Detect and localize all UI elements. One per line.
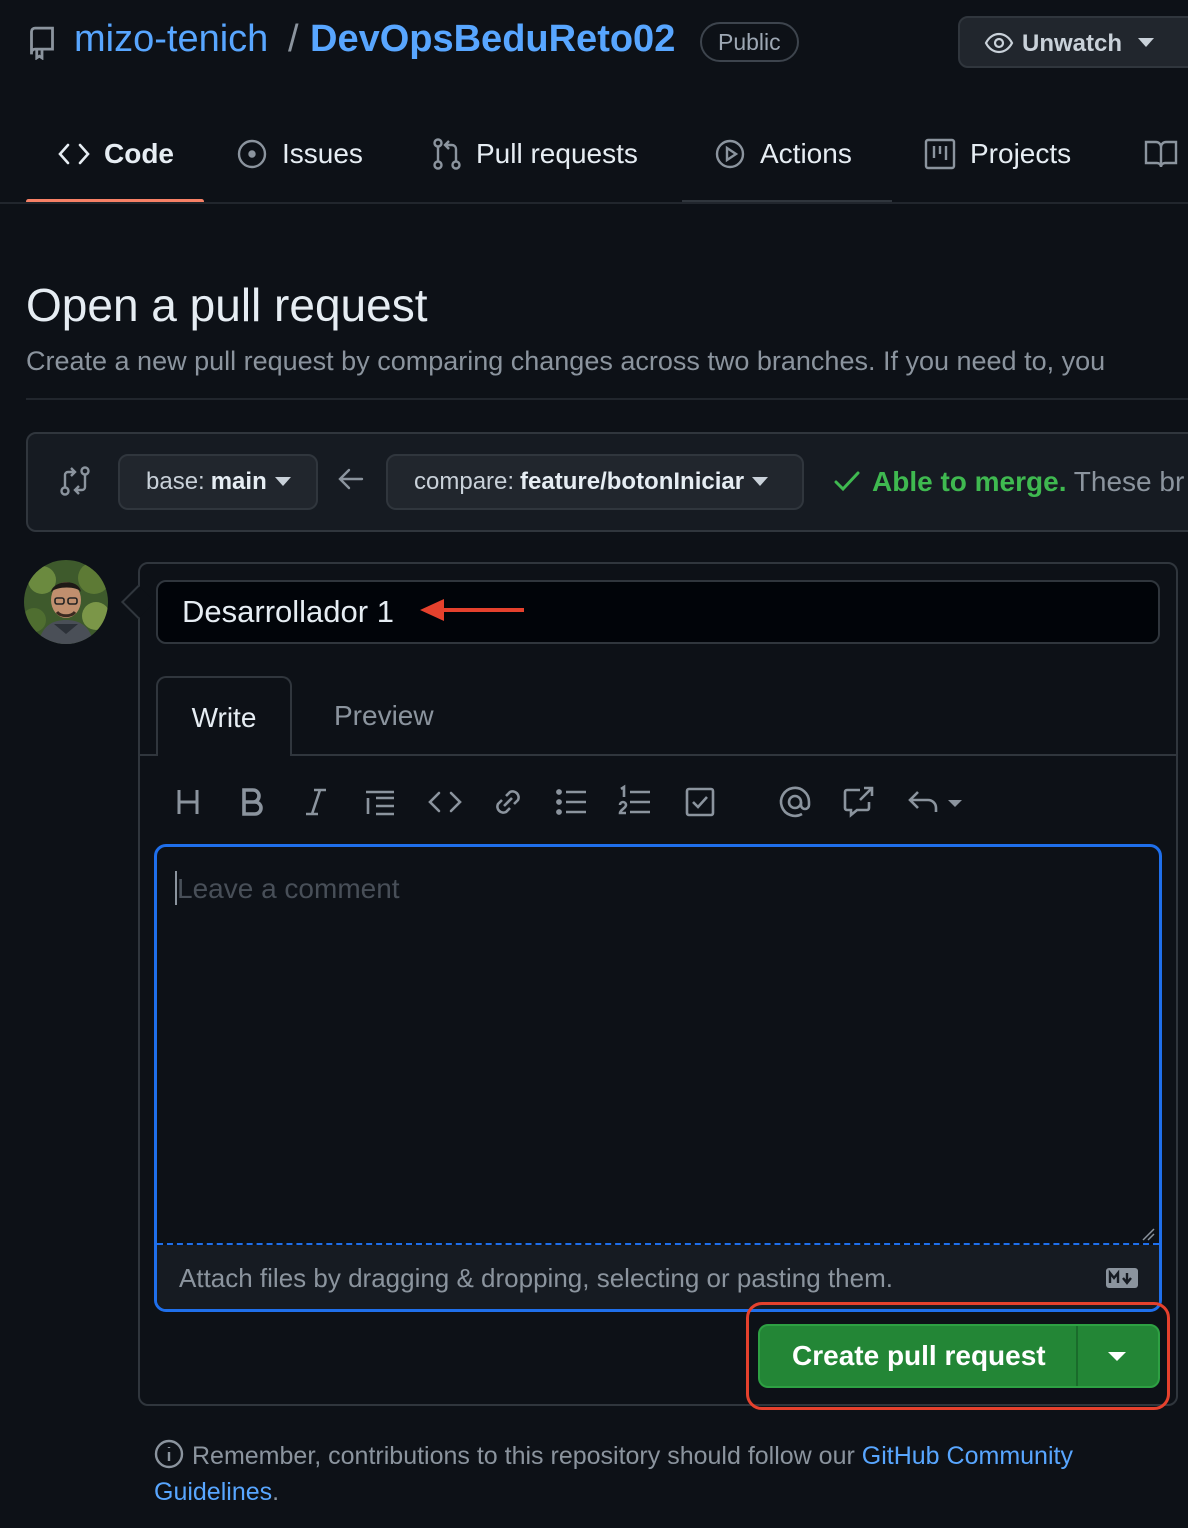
code-icon (58, 143, 104, 165)
tab-issues[interactable]: Issues (236, 128, 363, 180)
tab-write[interactable]: Write (156, 676, 292, 756)
annotation-arrow-icon (418, 596, 526, 624)
italic-icon[interactable] (302, 784, 330, 820)
attach-divider (157, 1243, 1159, 1245)
numbered-list-icon[interactable] (618, 784, 652, 820)
tab-projects[interactable]: Projects (924, 128, 1071, 180)
eye-icon (984, 32, 1014, 54)
compare-branch-value: feature/botonIniciar (520, 468, 745, 495)
code-icon[interactable] (428, 784, 462, 820)
arrow-left-icon (338, 468, 364, 490)
link-icon[interactable] (492, 784, 524, 820)
heading-icon[interactable] (174, 784, 202, 820)
compare-icon (60, 466, 90, 496)
reply-icon[interactable] (906, 784, 966, 820)
info-icon (154, 1439, 184, 1469)
comment-placeholder: Leave a comment (177, 873, 400, 904)
contribution-note: Remember, contributions to this reposito… (154, 1438, 1154, 1510)
quote-icon[interactable] (364, 784, 396, 820)
resize-handle-icon[interactable] (1141, 1227, 1155, 1241)
title-divider (26, 398, 1188, 400)
repo-name-link[interactable]: DevOpsBeduReto02 (310, 18, 675, 61)
mention-icon[interactable] (778, 784, 812, 820)
task-list-icon[interactable] (684, 784, 716, 820)
visibility-badge: Public (700, 22, 799, 62)
avatar[interactable] (24, 560, 108, 644)
play-icon (714, 138, 760, 170)
repo-icon (28, 26, 56, 60)
project-icon (924, 138, 970, 170)
unwatch-button[interactable]: Unwatch (958, 16, 1188, 68)
tab-actions[interactable]: Actions (714, 128, 852, 180)
book-icon (1144, 139, 1188, 169)
create-pull-request-button[interactable]: Create pull request (758, 1324, 1160, 1388)
compare-branch-select[interactable]: compare: feature/botonIniciar (386, 454, 804, 510)
bold-icon[interactable] (238, 784, 266, 820)
tab-pull-requests[interactable]: Pull requests (432, 128, 638, 180)
pr-title-input[interactable] (156, 580, 1160, 644)
pull-request-icon (432, 138, 476, 170)
check-icon (834, 470, 860, 492)
chevron-down-icon (274, 477, 291, 487)
comment-textarea[interactable]: Leave a comment Attach files by dragging… (154, 844, 1162, 1312)
base-branch-value: main (210, 468, 267, 495)
button-separator (1076, 1326, 1078, 1386)
chevron-down-icon (752, 477, 769, 487)
repo-separator: / (288, 18, 299, 60)
chevron-down-icon[interactable] (1108, 1352, 1126, 1362)
unwatch-label: Unwatch (1022, 30, 1123, 57)
chevron-down-icon (1138, 38, 1154, 48)
issue-icon (236, 138, 282, 170)
base-branch-select[interactable]: base: main (118, 454, 318, 510)
repo-owner-link[interactable]: mizo-tenich (74, 18, 268, 61)
tab-wiki[interactable] (1144, 128, 1188, 180)
tab-code[interactable]: Code (58, 128, 174, 180)
nav-divider (0, 202, 1188, 204)
reference-icon[interactable] (842, 784, 876, 820)
editor-tabs-divider (140, 754, 1176, 756)
merge-status: Able to merge. These br (872, 466, 1185, 497)
bullet-list-icon[interactable] (556, 784, 588, 820)
attach-files-text[interactable]: Attach files by dragging & dropping, sel… (179, 1263, 893, 1294)
page-title: Open a pull request (26, 279, 428, 331)
markdown-icon (1105, 1267, 1139, 1289)
page-subtitle: Create a new pull request by comparing c… (26, 346, 1106, 376)
tab-preview[interactable]: Preview (334, 700, 434, 732)
create-pull-request-label: Create pull request (792, 1340, 1046, 1371)
